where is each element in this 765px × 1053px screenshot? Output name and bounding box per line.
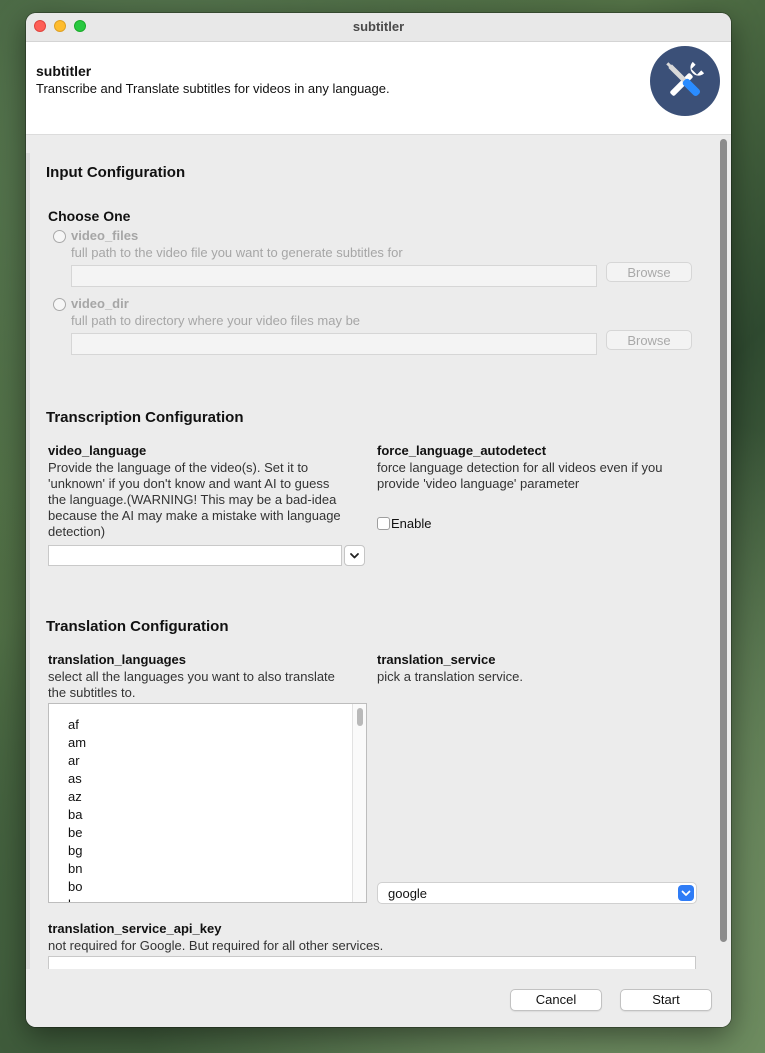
video-language-dropdown-button[interactable]	[344, 545, 365, 566]
api-key-input[interactable]	[48, 956, 696, 969]
list-item[interactable]: bg	[68, 843, 82, 858]
app-description: Transcribe and Translate subtitles for v…	[36, 81, 390, 96]
video-dir-label: video_dir	[71, 296, 129, 311]
transcription-config-title: Transcription Configuration	[46, 409, 244, 426]
translation-languages-listbox[interactable]: af am ar as az ba be bg bn bo br	[48, 703, 367, 903]
api-key-help: not required for Google. But required fo…	[48, 938, 384, 953]
input-config-title: Input Configuration	[46, 164, 186, 181]
translation-config-title: Translation Configuration	[46, 618, 229, 635]
form-scroll-area[interactable]: Input Configuration Choose One video_fil…	[26, 135, 731, 969]
list-item[interactable]: as	[68, 771, 82, 786]
window-title: subtitler	[352, 19, 405, 34]
force-autodetect-help-line-2: provide 'video language' parameter	[377, 476, 580, 491]
listbox-scrollbar[interactable]	[352, 704, 366, 902]
video-dir-input[interactable]	[71, 333, 597, 355]
video-files-label: video_files	[71, 228, 139, 243]
list-item[interactable]: az	[68, 789, 82, 804]
titlebar[interactable]: subtitler	[26, 13, 731, 42]
chevron-down-icon	[678, 885, 694, 901]
cancel-button[interactable]: Cancel	[510, 989, 602, 1011]
form-scroll-thumb[interactable]	[720, 139, 727, 942]
video-files-help: full path to the video file you want to …	[71, 245, 403, 260]
video-language-help-line-4: because the AI may make a mistake with l…	[48, 508, 341, 523]
translation-languages-help-line-1: select all the languages you want to als…	[48, 669, 335, 684]
translation-languages-help-line-2: the subtitles to.	[48, 685, 136, 700]
video-files-radio[interactable]	[53, 230, 66, 243]
video-language-help-line-5: detection)	[48, 524, 106, 539]
left-border	[26, 153, 30, 969]
choose-one-label: Choose One	[48, 208, 131, 224]
list-item[interactable]: am	[68, 735, 86, 750]
force-autodetect-help-line-1: force language detection for all videos …	[377, 460, 663, 475]
translation-service-select[interactable]: google	[377, 882, 697, 904]
list-item[interactable]: be	[68, 825, 82, 840]
listbox-scroll-thumb[interactable]	[357, 708, 363, 726]
list-item[interactable]: br	[68, 897, 80, 902]
video-language-combobox[interactable]	[48, 545, 342, 566]
footer: Cancel Start	[26, 969, 731, 1027]
tools-icon	[650, 46, 720, 116]
translation-service-label: translation_service	[377, 652, 496, 667]
video-dir-radio[interactable]	[53, 298, 66, 311]
api-key-label: translation_service_api_key	[48, 921, 222, 936]
video-dir-browse-button[interactable]: Browse	[606, 330, 692, 350]
video-language-help-line-3: the language.(WARNING! This may be a bad…	[48, 492, 337, 507]
app-name: subtitler	[36, 63, 92, 79]
force-autodetect-checkbox[interactable]	[377, 517, 390, 530]
force-autodetect-label: force_language_autodetect	[377, 443, 547, 458]
video-language-label: video_language	[48, 443, 147, 458]
app-header: subtitler Transcribe and Translate subti…	[26, 42, 731, 135]
list-item[interactable]: bo	[68, 879, 82, 894]
list-item[interactable]: bn	[68, 861, 82, 876]
video-language-help-line-2: 'unknown' if you don't know and want AI …	[48, 476, 330, 491]
chevron-down-icon	[350, 553, 359, 559]
translation-service-help: pick a translation service.	[377, 669, 523, 684]
enable-checkbox-label[interactable]: Enable	[391, 516, 431, 532]
translation-languages-label: translation_languages	[48, 652, 186, 667]
start-button[interactable]: Start	[620, 989, 712, 1011]
video-files-browse-button[interactable]: Browse	[606, 262, 692, 282]
list-item[interactable]: af	[68, 717, 79, 732]
video-files-input[interactable]	[71, 265, 597, 287]
list-item[interactable]: ar	[68, 753, 80, 768]
video-language-help-line-1: Provide the language of the video(s). Se…	[48, 460, 309, 475]
list-item[interactable]: ba	[68, 807, 82, 822]
video-dir-help: full path to directory where your video …	[71, 313, 361, 328]
translation-service-value: google	[388, 886, 428, 901]
app-window: subtitler subtitler Transcribe and Trans…	[26, 13, 731, 1027]
